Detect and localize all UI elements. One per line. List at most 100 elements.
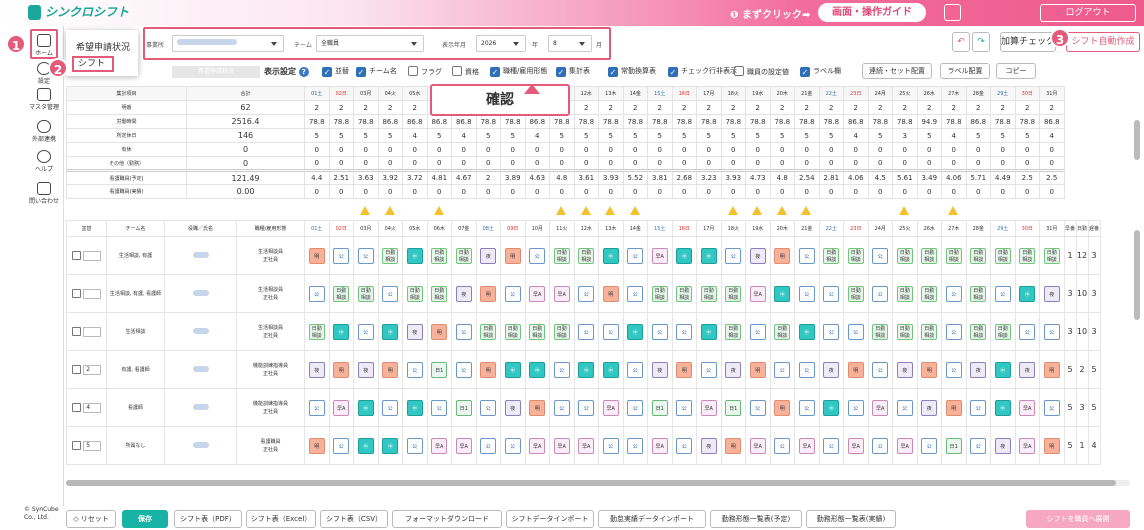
shift-cell[interactable]: 日勤 相談 (304, 312, 330, 351)
shift-cell[interactable]: 日勤 相談 (426, 236, 452, 275)
shift-cell[interactable]: 日勤 相談 (1014, 236, 1040, 275)
warning-icon[interactable] (605, 206, 616, 215)
calendar-icon[interactable] (944, 4, 961, 21)
shift-chip[interactable]: 夜 (1019, 361, 1036, 378)
shift-cell[interactable]: 明 (843, 350, 869, 389)
shift-chip[interactable]: ㊥ (602, 247, 619, 264)
sidebar-item-master[interactable]: マスタ管理 (24, 88, 64, 111)
shift-chip[interactable]: 公 (823, 285, 840, 302)
shift-cell[interactable]: 公 (573, 274, 599, 313)
shift-cell[interactable]: 公 (622, 236, 648, 275)
shift-cell[interactable]: 日勤 相談 (451, 236, 477, 275)
shift-cell[interactable]: 早A (598, 388, 624, 427)
shift-cell[interactable]: 日勤 相談 (1039, 236, 1065, 275)
staff-name-cell[interactable] (164, 236, 237, 275)
shift-cell[interactable]: 日勤 相談 (549, 236, 575, 275)
shift-cell[interactable]: 公 (549, 350, 575, 389)
shift-cell[interactable]: 日勤 相談 (573, 236, 599, 275)
shift-chip[interactable]: 日勤 相談 (970, 285, 987, 302)
display-option[interactable]: 職員の設定値 (734, 66, 789, 77)
shift-cell[interactable]: 早A (573, 426, 599, 465)
shift-chip[interactable]: ㊥ (700, 247, 717, 264)
order-input[interactable] (83, 250, 102, 261)
warning-icon[interactable] (580, 206, 591, 215)
shift-cell[interactable]: 明 (304, 236, 330, 275)
shift-cell[interactable]: ㊥ (818, 388, 844, 427)
shift-chip[interactable]: 日勤 相談 (774, 323, 791, 340)
shift-cell[interactable]: 夜 (1014, 350, 1040, 389)
shift-chip[interactable]: 夜 (357, 361, 374, 378)
undo-icon[interactable]: ↶ (952, 32, 970, 52)
shift-chip[interactable]: 夜 (651, 361, 668, 378)
shift-cell[interactable]: 日1 (720, 388, 746, 427)
shift-chip[interactable]: 公 (504, 437, 521, 454)
shift-cell[interactable]: 日勤 相談 (769, 312, 795, 351)
shift-cell[interactable]: 公 (304, 388, 330, 427)
shift-cell[interactable]: 公 (328, 236, 354, 275)
save-button[interactable]: 保存 (122, 510, 168, 528)
shift-chip[interactable]: 日勤 相談 (578, 247, 595, 264)
warning-icon[interactable] (948, 206, 959, 215)
shift-chip[interactable]: 公 (945, 323, 962, 340)
shift-cell[interactable]: 夜 (451, 274, 477, 313)
shift-cell[interactable]: ㊥ (353, 388, 379, 427)
shift-cell[interactable]: 早A (328, 388, 354, 427)
shift-cell[interactable]: 早A (843, 426, 869, 465)
shift-cell[interactable]: 日勤 相談 (990, 312, 1016, 351)
shift-chip[interactable]: ㊥ (700, 323, 717, 340)
shift-chip[interactable]: 日勤 相談 (553, 247, 570, 264)
shift-chip[interactable]: ㊥ (602, 361, 619, 378)
shift-cell[interactable]: ㊥ (1014, 274, 1040, 313)
shift-cell[interactable]: 公 (500, 426, 526, 465)
shift-cell[interactable]: 公 (622, 388, 648, 427)
shift-cell[interactable]: 公 (818, 274, 844, 313)
shift-cell[interactable]: 早A (867, 388, 893, 427)
shift-chip[interactable]: 早A (1019, 437, 1036, 454)
shift-cell[interactable]: 早A (524, 426, 550, 465)
shift-chip[interactable]: 日勤 相談 (431, 247, 448, 264)
shift-cell[interactable]: 公 (426, 388, 452, 427)
shift-chip[interactable]: 日勤 相談 (921, 285, 938, 302)
shift-chip[interactable]: 公 (847, 399, 864, 416)
shift-cell[interactable]: 明 (916, 350, 942, 389)
shift-chip[interactable]: 公 (700, 361, 717, 378)
shift-cell[interactable]: 公 (671, 426, 697, 465)
warning-icon[interactable] (727, 206, 738, 215)
shift-chip[interactable]: 公 (333, 247, 350, 264)
shift-chip[interactable]: 日勤 相談 (1019, 247, 1036, 264)
shift-cell[interactable]: 夜 (647, 350, 673, 389)
shift-chip[interactable]: ㊥ (823, 399, 840, 416)
menu-item-shift[interactable]: シフト (72, 56, 114, 72)
shift-chip[interactable]: 日1 (945, 437, 962, 454)
shift-cell[interactable]: 公 (402, 350, 428, 389)
shift-chip[interactable]: 公 (480, 399, 497, 416)
label-place-button[interactable]: ラベル配置 (940, 63, 990, 79)
shift-chip[interactable]: 早A (578, 437, 595, 454)
shift-chip[interactable]: 早A (529, 437, 546, 454)
shift-cell[interactable]: 早A (794, 426, 820, 465)
shift-cell[interactable]: 明 (720, 426, 746, 465)
shift-chip[interactable]: 日1 (725, 399, 742, 416)
shift-chip[interactable]: ㊥ (406, 399, 423, 416)
shift-cell[interactable]: 明 (1039, 350, 1065, 389)
checkbox[interactable]: ✓ (356, 67, 366, 77)
shift-cell[interactable]: ㊥ (500, 350, 526, 389)
shift-cell[interactable]: ㊥ (573, 350, 599, 389)
display-option[interactable]: ✓ 常勤換算表 (608, 66, 656, 77)
shift-cell[interactable]: 早A (745, 274, 771, 313)
shift-cell[interactable]: 日勤 相談 (328, 274, 354, 313)
shift-chip[interactable]: 公 (994, 285, 1011, 302)
shift-cell[interactable]: 公 (916, 426, 942, 465)
shift-chip[interactable]: 明 (431, 323, 448, 340)
shift-chip[interactable]: 明 (676, 361, 693, 378)
shift-cell[interactable]: 公 (818, 312, 844, 351)
shift-cell[interactable]: 日勤 相談 (402, 274, 428, 313)
shift-cell[interactable]: 夜 (475, 236, 501, 275)
scroll-thumb[interactable] (66, 480, 1116, 486)
shift-cell[interactable]: 公 (353, 236, 379, 275)
shift-chip[interactable]: 公 (823, 437, 840, 454)
shift-chip[interactable]: 公 (480, 437, 497, 454)
shift-cell[interactable]: 公 (892, 388, 918, 427)
shift-chip[interactable]: ㊥ (357, 437, 374, 454)
shift-cell[interactable]: 公 (475, 388, 501, 427)
